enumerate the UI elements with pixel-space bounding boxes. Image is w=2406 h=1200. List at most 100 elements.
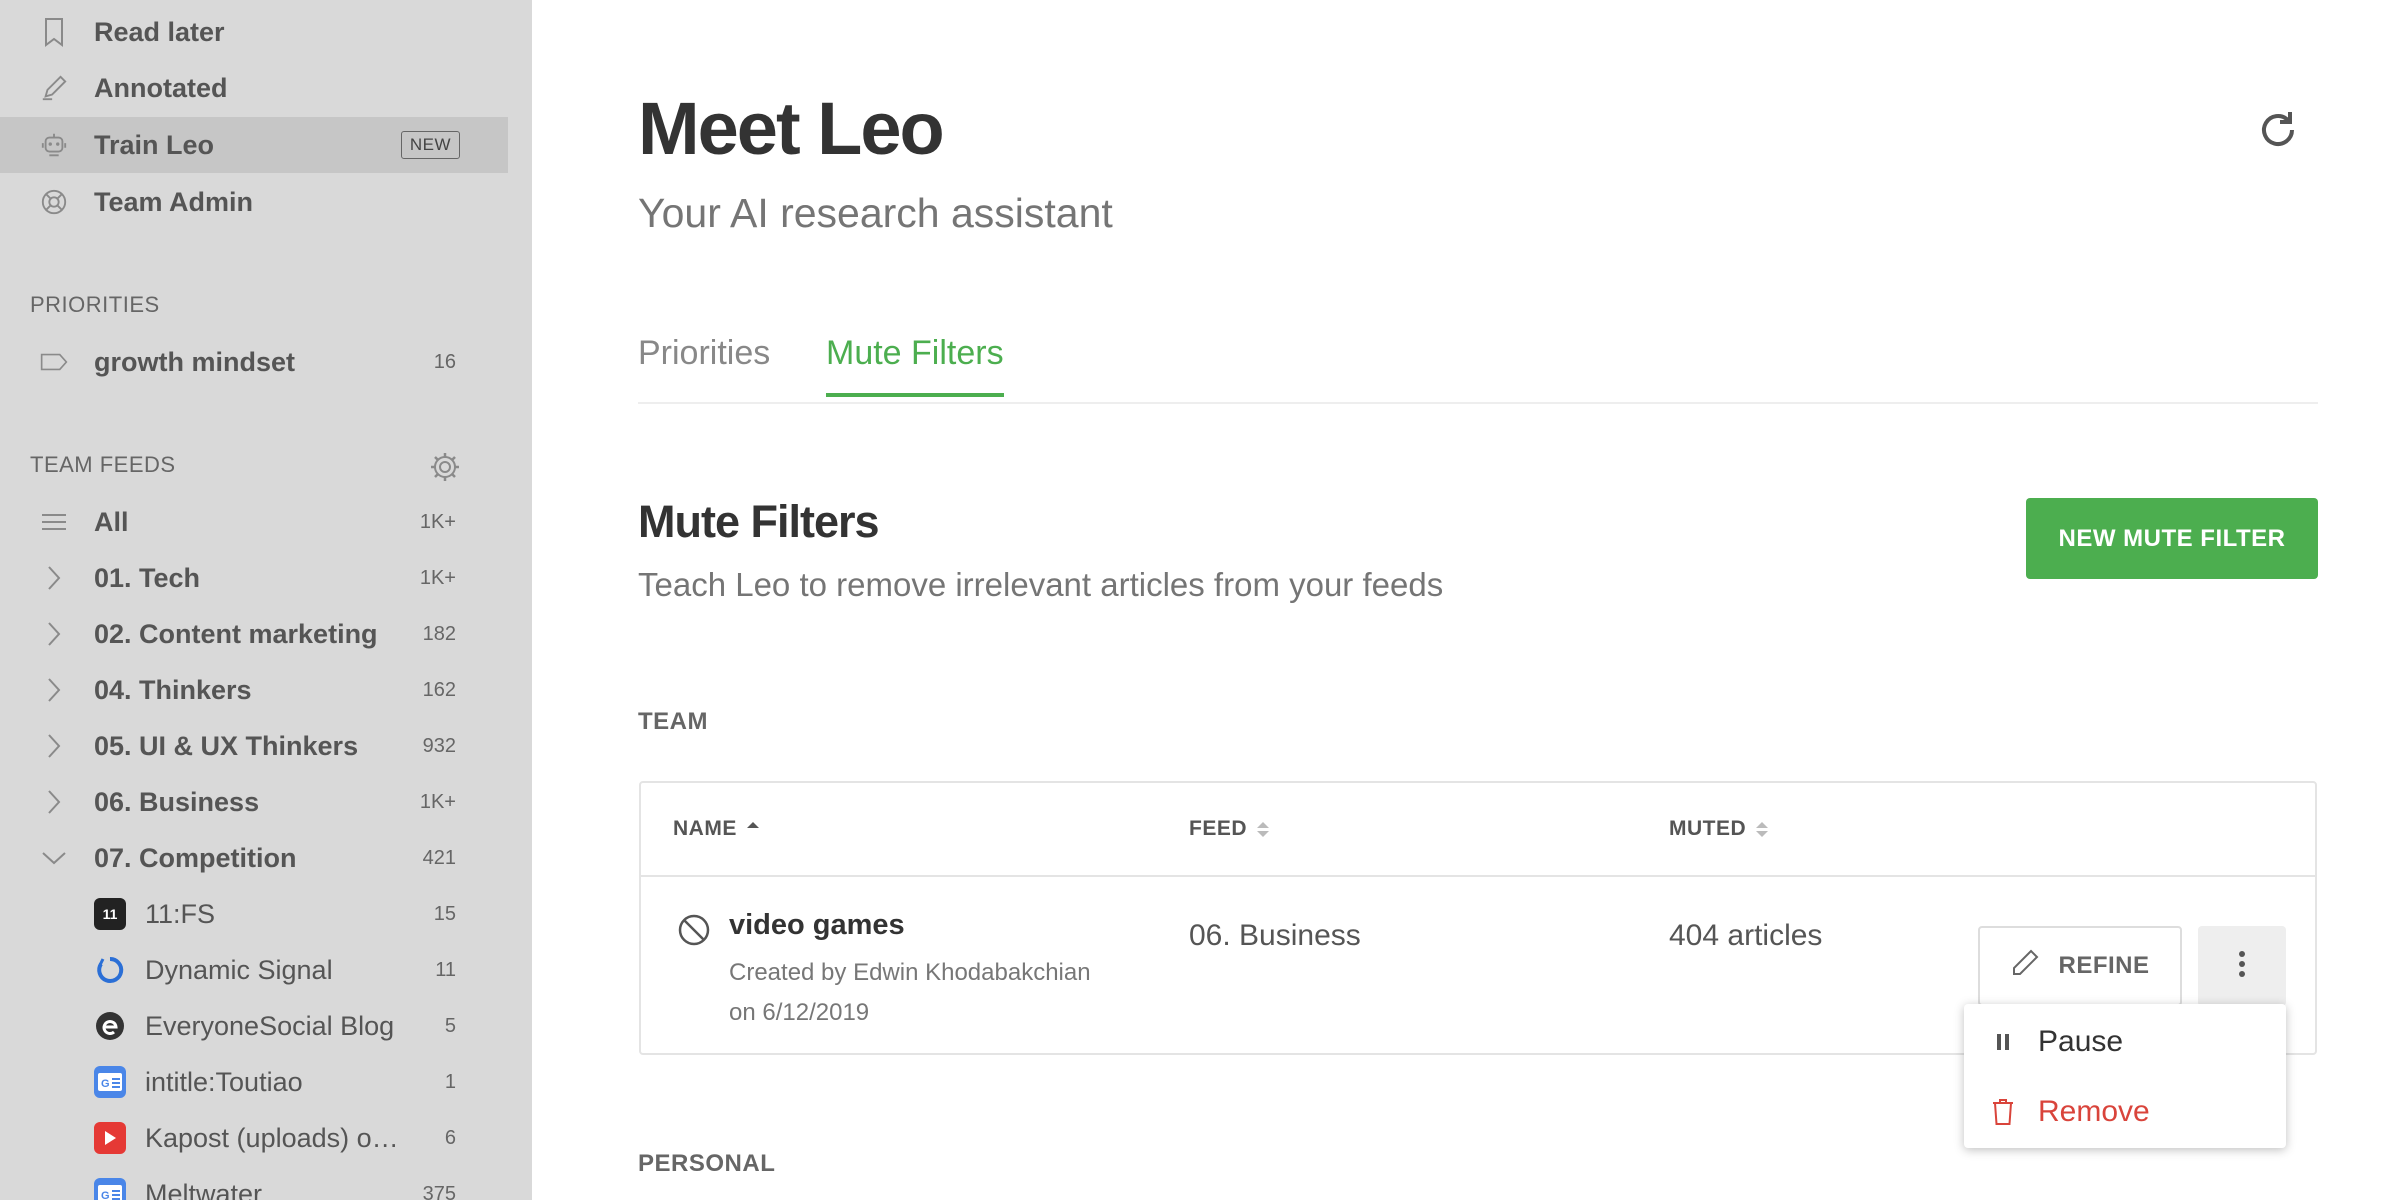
column-header-name[interactable]: NAME xyxy=(673,817,759,841)
sidebar-subfeed-dynamic-signal[interactable]: Dynamic Signal 11 xyxy=(0,942,508,998)
main-content: Meet Leo Your AI research assistant Prio… xyxy=(532,0,2406,1200)
column-header-muted[interactable]: MUTED xyxy=(1669,817,1769,841)
new-badge: NEW xyxy=(400,131,460,159)
sidebar-item-label: Dynamic Signal xyxy=(145,954,333,985)
row-options-menu: Pause Remove xyxy=(1964,1004,2286,1148)
menu-item-remove[interactable]: Remove xyxy=(1964,1080,2286,1144)
sidebar-item-growth-mindset[interactable]: growth mindset 16 xyxy=(0,334,508,390)
sidebar-item-label: EveryoneSocial Blog xyxy=(145,1010,395,1041)
chevron-down-icon[interactable] xyxy=(40,844,68,872)
sidebar-item-label: 04. Thinkers xyxy=(94,674,252,705)
team-group-label: TEAM xyxy=(638,708,708,735)
menu-item-pause[interactable]: Pause xyxy=(1964,1010,2286,1074)
more-options-button[interactable] xyxy=(2198,926,2286,1006)
section-title: Mute Filters xyxy=(638,496,880,547)
new-mute-filter-button[interactable]: NEW MUTE FILTER xyxy=(2026,498,2318,579)
dynamic-signal-logo-icon xyxy=(94,954,126,986)
everyonesocial-logo-icon xyxy=(94,1010,126,1042)
filter-created-by: Created by Edwin Khodabakchian xyxy=(729,959,1091,986)
pen-icon xyxy=(40,74,68,102)
sidebar-item-competition[interactable]: 07. Competition 421 xyxy=(0,830,508,886)
sidebar-item-label: 07. Competition xyxy=(94,842,297,873)
chevron-right-icon[interactable] xyxy=(40,788,68,816)
lifebuoy-icon xyxy=(40,188,68,216)
sort-icon xyxy=(1756,821,1769,837)
refine-button[interactable]: REFINE xyxy=(1978,926,2182,1006)
sidebar-subfeed-kapost[interactable]: Kapost (uploads) on… 6 xyxy=(0,1110,508,1166)
sidebar: Read later Annotated Train Leo NEW Team … xyxy=(0,0,532,1200)
personal-group-label: PERSONAL xyxy=(638,1150,776,1177)
chevron-right-icon[interactable] xyxy=(40,676,68,704)
sidebar-item-label: 11:FS xyxy=(145,898,216,929)
item-count: 1K+ xyxy=(419,790,456,813)
tab-bar: Priorities Mute Filters xyxy=(638,330,2318,404)
sidebar-item-label: intitle:Toutiao xyxy=(145,1066,303,1097)
svg-text:G: G xyxy=(101,1078,110,1090)
chevron-right-icon[interactable] xyxy=(40,732,68,760)
filter-meta: Created by Edwin Khodabakchian on 6/12/2… xyxy=(729,953,1149,1033)
sidebar-subfeed-toutiao[interactable]: G intitle:Toutiao 1 xyxy=(0,1054,508,1110)
pause-icon xyxy=(1990,1027,2016,1057)
chevron-right-icon[interactable] xyxy=(40,564,68,592)
item-count: 1K+ xyxy=(419,566,456,589)
item-count: 375 xyxy=(422,1182,456,1200)
sidebar-item-annotated[interactable]: Annotated xyxy=(0,60,508,116)
item-count: 5 xyxy=(444,1014,456,1037)
column-label: NAME xyxy=(673,817,737,840)
google-news-icon: G xyxy=(94,1066,126,1098)
page-title: Meet Leo xyxy=(638,87,945,170)
sidebar-item-label: All xyxy=(94,506,129,537)
page-subtitle: Your AI research assistant xyxy=(638,190,1113,236)
tab-priorities[interactable]: Priorities xyxy=(638,334,770,393)
tab-mute-filters[interactable]: Mute Filters xyxy=(826,334,1004,397)
pencil-icon xyxy=(2010,948,2040,985)
sidebar-item-content-marketing[interactable]: 02. Content marketing 182 xyxy=(0,606,508,662)
list-icon xyxy=(40,508,68,536)
sidebar-item-label: 02. Content marketing xyxy=(94,618,378,649)
filter-name: video games xyxy=(729,909,905,941)
sidebar-item-team-admin[interactable]: Team Admin xyxy=(0,174,508,230)
sidebar-item-label: Read later xyxy=(94,16,225,47)
sidebar-item-read-later[interactable]: Read later xyxy=(0,4,508,60)
sidebar-item-label: 05. UI & UX Thinkers xyxy=(94,730,359,761)
menu-item-label: Pause xyxy=(2038,1025,2124,1058)
mute-ban-icon xyxy=(677,913,711,947)
sidebar-item-business[interactable]: 06. Business 1K+ xyxy=(0,774,508,830)
item-count: 1K+ xyxy=(419,510,456,533)
sidebar-subfeed-meltwater[interactable]: G Meltwater 375 xyxy=(0,1166,508,1200)
filter-created-date: on 6/12/2019 xyxy=(729,999,870,1026)
item-count: 16 xyxy=(433,350,456,373)
sidebar-item-tech[interactable]: 01. Tech 1K+ xyxy=(0,550,508,606)
sidebar-item-thinkers[interactable]: 04. Thinkers 162 xyxy=(0,662,508,718)
sidebar-subfeed-11fs[interactable]: 11 11:FS 15 xyxy=(0,886,508,942)
sidebar-item-all[interactable]: All 1K+ xyxy=(0,494,508,550)
item-count: 162 xyxy=(422,678,456,701)
item-count: 1 xyxy=(444,1070,456,1093)
sidebar-item-label: 01. Tech xyxy=(94,562,201,593)
sidebar-item-train-leo[interactable]: Train Leo NEW xyxy=(0,117,508,173)
refine-label: REFINE xyxy=(2058,952,2150,979)
menu-item-label: Remove xyxy=(2038,1095,2150,1128)
item-count: 932 xyxy=(422,734,456,757)
sort-icon xyxy=(1257,821,1270,837)
refresh-icon[interactable] xyxy=(2254,106,2302,154)
chevron-right-icon[interactable] xyxy=(40,620,68,648)
sidebar-item-label: Team Admin xyxy=(94,186,254,217)
11fs-logo-icon: 11 xyxy=(94,898,126,930)
sidebar-item-label: Meltwater xyxy=(145,1178,263,1200)
item-count: 15 xyxy=(433,902,456,925)
sidebar-subfeed-everyonesocial[interactable]: EveryoneSocial Blog 5 xyxy=(0,998,508,1054)
sort-asc-icon xyxy=(746,821,759,837)
youtube-icon xyxy=(94,1122,126,1154)
column-header-feed[interactable]: FEED xyxy=(1189,817,1270,841)
filter-feed: 06. Business xyxy=(1189,919,1361,952)
svg-text:G: G xyxy=(101,1190,110,1200)
sidebar-item-ui-ux-thinkers[interactable]: 05. UI & UX Thinkers 932 xyxy=(0,718,508,774)
item-count: 182 xyxy=(422,622,456,645)
leo-robot-icon xyxy=(40,131,68,159)
kebab-menu-icon xyxy=(2238,950,2246,983)
gear-icon[interactable] xyxy=(428,450,462,484)
bookmark-icon xyxy=(40,18,68,47)
item-count: 6 xyxy=(444,1126,456,1149)
sidebar-item-label: Annotated xyxy=(94,72,228,103)
